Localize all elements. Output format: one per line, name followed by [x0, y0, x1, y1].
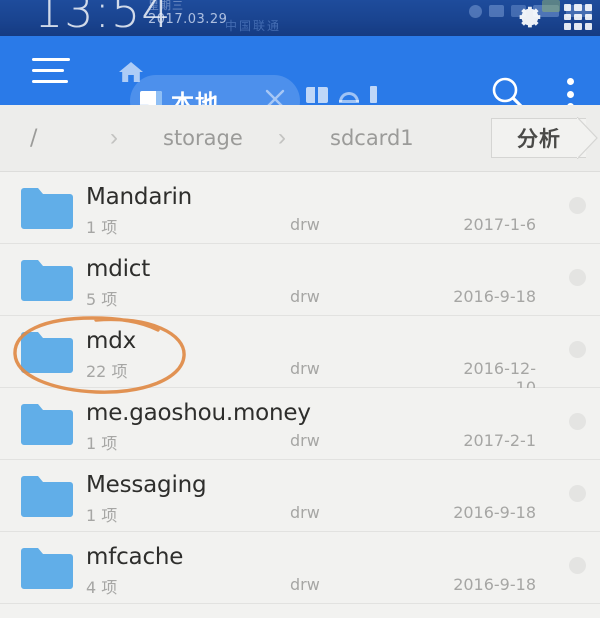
app-screen: 13:54 星期三 2017.03.29 中国联通 本地 / › storage… — [0, 0, 600, 618]
folder-icon — [21, 404, 73, 445]
file-date: 2017-2-1 — [463, 431, 536, 450]
folder-icon — [21, 260, 73, 301]
file-date: 2016-9-18 — [453, 287, 536, 306]
folder-icon — [21, 332, 73, 373]
file-date: 2016-9-18 — [453, 575, 536, 594]
folder-icon — [21, 476, 73, 517]
file-name: Messaging — [86, 472, 207, 498]
video-icon — [489, 5, 504, 17]
row-more-icon[interactable] — [569, 485, 586, 502]
file-date: 2017-1-6 — [463, 215, 536, 234]
analyze-button[interactable]: 分析 — [491, 118, 586, 158]
grid-dot — [564, 4, 572, 11]
file-item-count: 4 项 — [86, 578, 118, 597]
file-item-count: 1 项 — [86, 218, 118, 237]
breadcrumb-segment-sdcard1[interactable]: sdcard1 — [330, 126, 414, 150]
table-row[interactable]: me.gaoshou.money 1 项 drw 2017-2-1 — [0, 388, 600, 460]
table-row[interactable]: mdx 22 项 drw 2016-12-10 — [0, 316, 600, 397]
file-name: me.gaoshou.money — [86, 400, 311, 426]
grid-dot — [574, 4, 582, 11]
file-name: mdict — [86, 256, 151, 282]
grid-dot — [584, 4, 592, 11]
grid-dot — [574, 23, 582, 30]
analyze-button-arrow-icon — [577, 117, 598, 159]
file-permissions: drw — [290, 503, 320, 522]
row-more-icon[interactable] — [569, 197, 586, 214]
notification-icon — [469, 4, 482, 18]
status-carrier: 中国联通 — [225, 19, 282, 33]
tray-status-icon — [542, 0, 560, 12]
file-permissions: drw — [290, 575, 320, 594]
row-more-icon[interactable] — [569, 557, 586, 574]
hamburger-bar — [32, 58, 70, 61]
table-row[interactable]: Messaging 1 项 drw 2016-9-18 — [0, 460, 600, 532]
hamburger-bar — [32, 80, 68, 83]
file-item-count: 22 项 — [86, 362, 128, 381]
table-row[interactable]: mdict 5 项 drw 2016-9-18 — [0, 244, 600, 316]
grid-dot — [564, 13, 572, 21]
status-date: 2017.03.29 — [148, 11, 228, 27]
file-name: mfcache — [86, 544, 184, 570]
file-list: Mandarin 1 项 drw 2017-1-6 mdict 5 项 drw … — [0, 172, 600, 604]
chevron-right-icon: › — [110, 124, 118, 151]
breadcrumb-root[interactable]: / — [30, 126, 37, 151]
grid-dot — [584, 13, 592, 21]
app-toolbar: 本地 — [0, 36, 600, 127]
file-item-count: 1 项 — [86, 434, 118, 453]
apps-grid-icon[interactable] — [564, 4, 592, 30]
grid-dot — [564, 23, 572, 30]
grid-dot — [584, 23, 592, 30]
file-permissions: drw — [290, 287, 320, 306]
file-permissions: drw — [290, 359, 320, 378]
row-more-icon[interactable] — [569, 269, 586, 286]
row-more-icon[interactable] — [569, 341, 586, 358]
breadcrumb: / › storage › sdcard1 分析 — [0, 105, 600, 172]
bar-icon[interactable] — [370, 86, 377, 103]
grid-dot — [574, 13, 582, 21]
overflow-dot — [566, 90, 574, 98]
status-weekday: 星期三 — [148, 0, 184, 12]
window-icon[interactable] — [306, 86, 328, 103]
toolbar-mini-icons — [306, 86, 377, 103]
file-permissions: drw — [290, 431, 320, 450]
chevron-right-icon: › — [278, 124, 286, 151]
analyze-button-label: 分析 — [517, 127, 561, 151]
row-more-icon[interactable] — [569, 413, 586, 430]
file-date: 2016-9-18 — [453, 503, 536, 522]
status-bar: 13:54 星期三 2017.03.29 中国联通 — [0, 0, 600, 36]
hamburger-bar — [32, 69, 64, 72]
status-date-group: 星期三 2017.03.29 — [148, 0, 228, 27]
folder-icon — [21, 548, 73, 589]
file-item-count: 1 项 — [86, 506, 118, 525]
file-name: mdx — [86, 328, 137, 354]
table-row[interactable]: mfcache 4 项 drw 2016-9-18 — [0, 532, 600, 604]
hamburger-menu-icon[interactable] — [32, 58, 70, 83]
overflow-dot — [566, 78, 574, 85]
breadcrumb-segment-storage[interactable]: storage — [163, 126, 243, 150]
file-name: Mandarin — [86, 184, 193, 210]
file-permissions: drw — [290, 215, 320, 234]
table-row[interactable]: Mandarin 1 项 drw 2017-1-6 — [0, 172, 600, 244]
file-item-count: 5 项 — [86, 290, 118, 309]
folder-icon — [21, 188, 73, 229]
gear-icon[interactable] — [514, 2, 544, 32]
bridge-icon[interactable] — [338, 87, 360, 103]
